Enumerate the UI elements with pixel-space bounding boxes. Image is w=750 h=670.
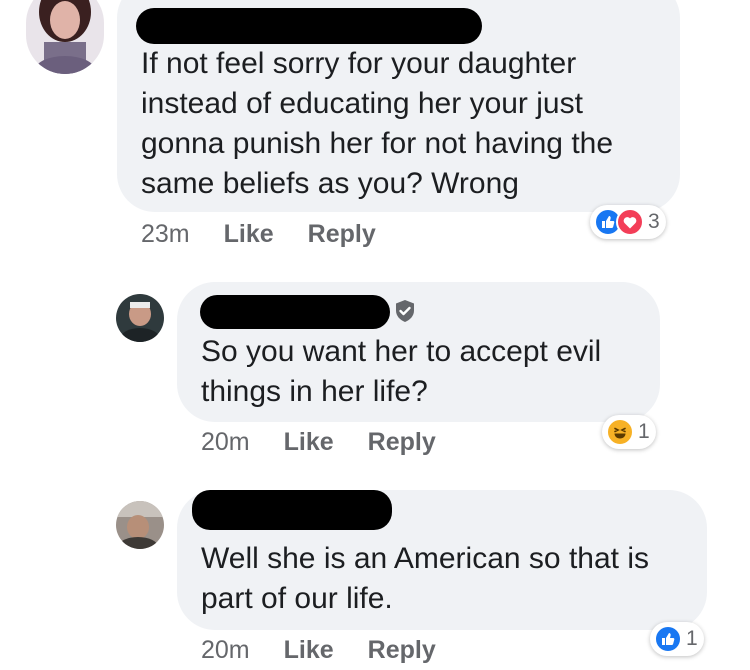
- haha-icon: [606, 418, 634, 446]
- comment-line: So you want her to accept evil: [201, 335, 602, 368]
- reaction-count: 3: [648, 210, 660, 233]
- reaction-summary[interactable]: 1: [650, 622, 704, 656]
- comment-line: part of our life.: [201, 582, 393, 615]
- comment-line: gonna punish her for not having the: [141, 127, 614, 160]
- comment-timestamp: 23m: [141, 220, 190, 248]
- comment-text: Well she is an American so that is part …: [201, 539, 701, 619]
- comment-text: If not feel sorry for your daughter inst…: [141, 44, 671, 204]
- reply-button[interactable]: Reply: [368, 428, 436, 456]
- redacted-author-name: [200, 295, 390, 329]
- redacted-author-name: [136, 8, 482, 44]
- like-button[interactable]: Like: [284, 636, 334, 664]
- verified-badge-icon: [394, 299, 416, 323]
- reply-button[interactable]: Reply: [308, 220, 376, 248]
- comment-timestamp: 20m: [201, 636, 250, 664]
- commenter-avatar[interactable]: [26, 0, 104, 74]
- reaction-summary[interactable]: 1: [602, 415, 656, 449]
- commenter-avatar[interactable]: [116, 294, 164, 342]
- love-icon: [616, 208, 644, 236]
- comment-timestamp: 20m: [201, 428, 250, 456]
- comment-text: So you want her to accept evil things in…: [201, 332, 651, 412]
- comment-line: same beliefs as you? Wrong: [141, 167, 519, 200]
- reaction-count: 1: [638, 420, 650, 443]
- comment-line: things in her life?: [201, 375, 428, 408]
- like-button[interactable]: Like: [284, 428, 334, 456]
- comment-meta: 20m Like Reply: [201, 636, 436, 665]
- comment-meta: 20m Like Reply: [201, 428, 436, 457]
- redacted-author-name: [192, 490, 392, 530]
- reaction-count: 1: [686, 627, 698, 650]
- reply-button[interactable]: Reply: [368, 636, 436, 664]
- comment-meta: 23m Like Reply: [141, 220, 376, 249]
- reaction-summary[interactable]: 3: [590, 205, 666, 239]
- comment-line: If not feel sorry for your daughter: [141, 47, 577, 80]
- comment-line: Well she is an American so that is: [201, 542, 649, 575]
- comment-line: instead of educating her your just: [141, 87, 583, 120]
- commenter-avatar[interactable]: [116, 501, 164, 549]
- like-button[interactable]: Like: [224, 220, 274, 248]
- like-icon: [654, 625, 682, 653]
